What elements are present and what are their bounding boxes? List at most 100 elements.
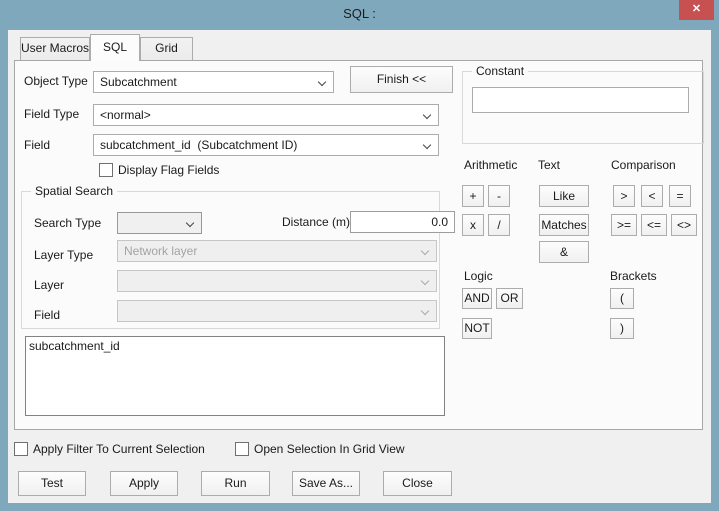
operator-label: Matches	[541, 218, 587, 232]
operator-or-button[interactable]: OR	[496, 288, 523, 309]
sql-query-editor[interactable]: subcatchment_id	[25, 336, 445, 416]
chevron-down-icon	[185, 218, 195, 228]
operator-label: NOT	[464, 321, 490, 335]
close-icon: ✕	[691, 3, 702, 15]
test-button-label: Test	[40, 476, 63, 490]
spatial-search-group: Spatial Search Search Type Distance (m) …	[21, 184, 455, 329]
field-type-label: Field Type	[24, 107, 80, 121]
spatial-search-title: Spatial Search	[31, 184, 118, 198]
layer-label: Layer	[34, 278, 65, 292]
brackets-label: Brackets	[610, 269, 657, 283]
constant-title: Constant	[472, 64, 529, 78]
apply-button-label: Apply	[128, 476, 160, 490]
save-as-button[interactable]: Save As...	[292, 471, 360, 496]
operator-like-button[interactable]: Like	[539, 185, 589, 207]
display-flag-fields-label: Display Flag Fields	[118, 163, 220, 177]
spatial-field-dropdown[interactable]	[117, 300, 437, 322]
distance-value: 0.0	[431, 215, 448, 229]
field-dropdown[interactable]: subcatchment_id (Subcatchment ID)	[93, 134, 439, 156]
operator-lte-button[interactable]: <=	[641, 214, 667, 236]
operator-label: )	[620, 321, 624, 335]
layer-type-dropdown[interactable]: Network layer	[117, 240, 437, 262]
operator-gt-button[interactable]: >	[613, 185, 635, 207]
operator-label: Like	[552, 189, 575, 203]
operator-label: AND	[464, 291, 490, 305]
checkbox-box[interactable]	[235, 442, 249, 456]
operator-label: x	[470, 218, 476, 232]
operator-divide-button[interactable]: /	[488, 214, 510, 236]
operator-label: +	[469, 189, 477, 203]
chevron-down-icon	[422, 110, 432, 120]
run-button[interactable]: Run	[201, 471, 270, 496]
apply-filter-checkbox[interactable]: Apply Filter To Current Selection	[14, 442, 205, 456]
operator-label: (	[620, 291, 624, 305]
run-button-label: Run	[224, 476, 247, 490]
operator-label: <=	[646, 218, 661, 232]
constant-group: Constant	[462, 64, 704, 144]
open-selection-label: Open Selection In Grid View	[254, 442, 405, 456]
sql-query-text: subcatchment_id	[29, 339, 120, 353]
operator-and-button[interactable]: AND	[462, 288, 492, 309]
operator-label: <	[648, 189, 656, 203]
operator-neq-button[interactable]: <>	[671, 214, 697, 236]
tab-label: Grid	[155, 41, 178, 55]
operator-eq-button[interactable]: =	[669, 185, 691, 207]
object-type-dropdown[interactable]: Subcatchment	[93, 71, 334, 93]
chevron-down-icon	[420, 276, 430, 286]
checkbox-box[interactable]	[99, 163, 113, 177]
display-flag-fields-checkbox[interactable]: Display Flag Fields	[99, 163, 219, 177]
distance-input[interactable]: 0.0	[350, 211, 455, 233]
search-type-dropdown[interactable]	[117, 212, 202, 234]
layer-type-value: Network layer	[124, 244, 198, 258]
object-type-label: Object Type	[24, 74, 88, 88]
operator-matches-button[interactable]: Matches	[539, 214, 589, 236]
tab-user-macros[interactable]: User Macros	[20, 37, 90, 60]
sql-dialog-window: SQL : ✕ User Macros SQL Grid Object Type…	[0, 0, 719, 511]
open-selection-checkbox[interactable]: Open Selection In Grid View	[235, 442, 405, 456]
tab-label: User Macros	[21, 41, 90, 55]
title-bar[interactable]: SQL : ✕	[0, 0, 719, 30]
distance-label: Distance (m)	[282, 215, 351, 229]
operator-label: &	[559, 245, 568, 259]
tab-sql[interactable]: SQL	[90, 34, 140, 61]
chevron-down-icon	[420, 246, 430, 256]
operator-lt-button[interactable]: <	[641, 185, 663, 207]
apply-button[interactable]: Apply	[110, 471, 178, 496]
test-button[interactable]: Test	[18, 471, 86, 496]
finish-button-label: Finish <<	[376, 72, 427, 86]
tab-label: SQL	[102, 40, 127, 54]
chevron-down-icon	[422, 140, 432, 150]
operator-not-button[interactable]: NOT	[462, 318, 492, 339]
spatial-field-label: Field	[34, 308, 61, 322]
constant-input[interactable]	[472, 87, 689, 113]
operator-label: >=	[616, 218, 631, 232]
finish-button[interactable]: Finish <<	[350, 66, 453, 93]
search-type-label: Search Type	[34, 216, 102, 230]
operator-minus-button[interactable]: -	[488, 185, 510, 207]
operator-concat-button[interactable]: &	[539, 241, 589, 263]
operator-open-bracket-button[interactable]: (	[610, 288, 634, 309]
operator-multiply-button[interactable]: x	[462, 214, 484, 236]
operator-plus-button[interactable]: +	[462, 185, 484, 207]
layer-dropdown[interactable]	[117, 270, 437, 292]
close-button-label: Close	[402, 476, 433, 490]
tab-grid[interactable]: Grid	[140, 37, 193, 60]
field-type-dropdown[interactable]: <normal>	[93, 104, 439, 126]
arithmetic-label: Arithmetic	[464, 158, 518, 172]
layer-type-label: Layer Type	[34, 248, 94, 262]
field-type-value: <normal>	[100, 108, 151, 122]
field-value: subcatchment_id (Subcatchment ID)	[100, 138, 298, 152]
checkbox-box[interactable]	[14, 442, 28, 456]
object-type-value: Subcatchment	[100, 75, 177, 89]
close-button[interactable]: ✕	[679, 0, 714, 20]
dialog-client-area: User Macros SQL Grid Object Type Subcatc…	[8, 30, 711, 503]
operator-gte-button[interactable]: >=	[611, 214, 637, 236]
operator-close-bracket-button[interactable]: )	[610, 318, 634, 339]
comparison-label: Comparison	[611, 158, 676, 172]
operator-label: =	[676, 189, 684, 203]
text-label: Text	[538, 158, 561, 172]
logic-label: Logic	[464, 269, 493, 283]
chevron-down-icon	[420, 306, 430, 316]
field-label: Field	[24, 138, 51, 152]
close-dialog-button[interactable]: Close	[383, 471, 452, 496]
